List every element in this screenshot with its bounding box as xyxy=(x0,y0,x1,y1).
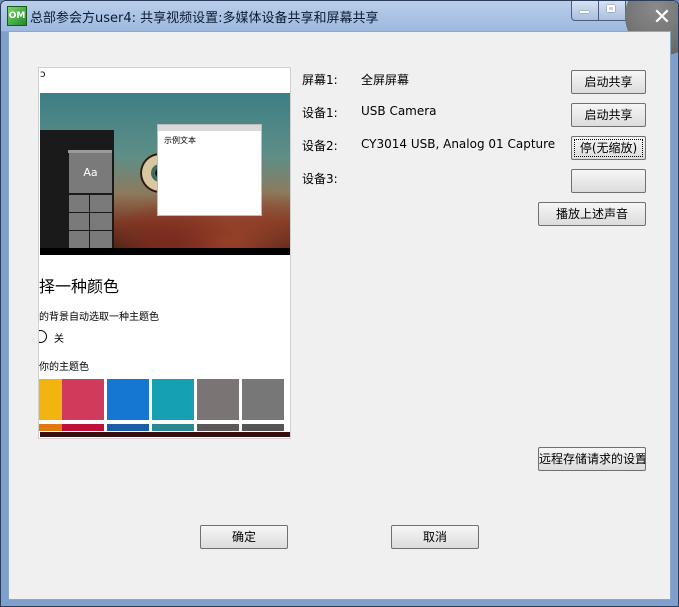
screen1-value: 全屏屏幕 xyxy=(361,73,410,87)
device1-label: 设备1: xyxy=(302,106,338,120)
preview-color-swatch-row2 xyxy=(197,424,239,431)
preview-color-swatch-row2 xyxy=(242,424,284,431)
preview-color-swatch-row2 xyxy=(107,424,149,431)
cancel-button[interactable]: 取消 xyxy=(391,525,479,549)
screen1-start-share-button[interactable]: 启动共享 xyxy=(571,70,646,94)
preview-toggle-label: 关 xyxy=(54,334,64,345)
device3-share-button[interactable] xyxy=(571,169,646,193)
ok-button[interactable]: 确定 xyxy=(200,525,288,549)
preview-tile-grid xyxy=(69,195,112,248)
minimize-button[interactable] xyxy=(571,1,599,21)
app-icon: OM xyxy=(7,6,27,26)
remote-storage-settings-button[interactable]: 远程存储请求的设置 xyxy=(538,447,646,471)
preview-color-swatch xyxy=(39,379,63,420)
preview-color-swatch xyxy=(107,379,149,420)
screen1-label: 屏幕1: xyxy=(302,73,338,87)
refresh-icon: ↄ xyxy=(40,69,46,80)
maximize-button[interactable] xyxy=(598,1,626,21)
screen-preview: ↄ Aa 示例文本 择一种颜色 的背景自动选取一种主题色 关 你的主题色 xyxy=(38,67,291,439)
maximize-icon xyxy=(607,5,615,12)
preview-color-swatches xyxy=(39,379,290,437)
preview-heading: 择一种颜色 xyxy=(39,277,120,296)
play-audio-button[interactable]: 播放上述声音 xyxy=(538,202,646,226)
preview-taskbar xyxy=(40,248,290,255)
device3-label: 设备3: xyxy=(302,172,338,186)
close-icon[interactable]: ✕ xyxy=(651,7,673,29)
preview-bottom-bar xyxy=(40,432,290,437)
preview-color-swatch-row2 xyxy=(152,424,194,431)
preview-color-swatch xyxy=(242,379,284,420)
device2-label: 设备2: xyxy=(302,139,338,153)
minimize-icon xyxy=(580,11,589,13)
title-bar[interactable]: OM 总部参会方user4: 共享视频设置:多媒体设备共享和屏幕共享 ✕ xyxy=(1,1,678,55)
preview-toggle xyxy=(39,330,47,343)
preview-sample-window: 示例文本 xyxy=(157,124,262,216)
device1-value: USB Camera xyxy=(361,104,437,118)
preview-sample-text: 示例文本 xyxy=(164,136,196,145)
preview-color-swatch xyxy=(197,379,239,420)
preview-color-swatch-row2 xyxy=(39,424,63,431)
preview-auto-pick-text: 的背景自动选取一种主题色 xyxy=(39,312,159,323)
preview-theme-label: 你的主题色 xyxy=(39,362,89,373)
dialog-window: OM 总部参会方user4: 共享视频设置:多媒体设备共享和屏幕共享 ✕ ↄ A… xyxy=(0,0,679,607)
preview-color-swatch-row2 xyxy=(62,424,104,431)
window-title: 总部参会方user4: 共享视频设置:多媒体设备共享和屏幕共享 xyxy=(30,11,379,26)
preview-color-swatch xyxy=(62,379,104,420)
device2-value: CY3014 USB, Analog 01 Capture xyxy=(361,137,556,151)
preview-text-tile: Aa xyxy=(69,153,112,193)
preview-color-swatch xyxy=(152,379,194,420)
device2-stop-no-scale-button[interactable]: 停(无缩放) xyxy=(571,136,646,160)
device1-start-share-button[interactable]: 启动共享 xyxy=(571,103,646,127)
